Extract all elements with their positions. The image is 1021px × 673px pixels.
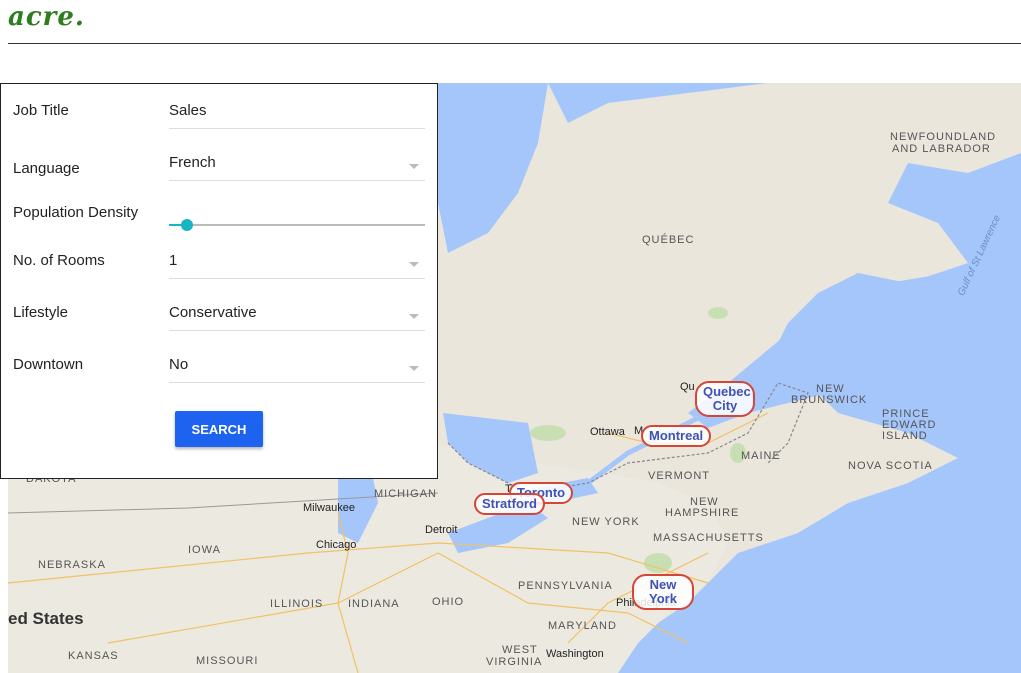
rooms-label: No. of Rooms [13,252,105,269]
region-label: NOVA SCOTIA [848,460,933,472]
lifestyle-select[interactable]: Conservative [169,298,425,331]
city-label: Washington [546,648,604,660]
forest-patch [644,553,672,573]
region-label: MASSACHUSETTS [653,532,764,544]
map-marker-quebec-city[interactable]: Quebec City [695,381,755,417]
city-label: Detroit [425,524,458,536]
forest-patch [530,425,566,441]
region-label: KANSAS [68,650,119,662]
slider-thumb[interactable] [181,219,193,231]
region-label: VIRGINIA [486,656,543,668]
job-title-value: Sales [169,102,207,119]
search-button[interactable]: SEARCH [175,411,263,447]
downtown-select[interactable]: No [169,350,425,383]
chevron-down-icon [409,164,419,169]
language-select[interactable]: French [169,148,425,181]
forest-patch [708,307,728,319]
region-label: IOWA [188,544,221,556]
region-label: MARYLAND [548,620,617,632]
region-label: NEW YORK [572,516,640,528]
region-label: MISSOURI [196,655,259,667]
rooms-select[interactable]: 1 [169,246,425,279]
chevron-down-icon [409,262,419,267]
region-label: INDIANA [348,598,400,610]
slider-track [169,224,425,226]
region-label: OHIO [432,596,465,608]
language-value: French [169,154,216,171]
chevron-down-icon [409,314,419,319]
city-label: Milwaukee [303,502,355,514]
region-label: BRUNSWICK [791,394,868,406]
population-density-label: Population Density [13,204,139,221]
region-label: MICHIGAN [374,488,437,500]
region-label: VERMONT [648,470,710,482]
chevron-down-icon [409,366,419,371]
city-label: Ottawa [590,426,625,438]
city-label: Qu [680,381,695,393]
country-label: ed States [8,609,84,628]
map-marker-montreal[interactable]: Montreal [641,425,712,447]
region-label: NEWFOUNDLAND [890,131,997,143]
region-label: ILLINOIS [270,598,324,610]
downtown-label: Downtown [13,356,84,373]
app-logo[interactable]: acre. [8,2,85,32]
lifestyle-value: Conservative [169,304,257,321]
population-density-slider[interactable] [169,215,425,235]
region-label: QUÉBEC [642,234,695,246]
region-label: PENNSYLVANIA [518,580,613,592]
header: acre. [0,0,1021,44]
region-label: AND LABRADOR [892,143,991,155]
job-title-label: Job Title [13,102,69,119]
city-label: Chicago [316,539,357,551]
region-label: ISLAND [882,430,928,442]
language-label: Language [13,160,80,177]
search-filter-panel: Job Title Sales Language French Populati… [0,83,438,479]
region-label: MAINE [741,450,781,462]
region-label: WEST [502,644,538,656]
map-marker-stratford[interactable]: Stratford [474,493,545,515]
job-title-input[interactable]: Sales [169,96,425,129]
region-label: NEBRASKA [38,559,106,571]
map-marker-new-york[interactable]: New York [632,574,694,610]
downtown-value: No [169,356,189,373]
lifestyle-label: Lifestyle [13,304,69,321]
rooms-value: 1 [169,252,178,269]
header-divider [8,43,1021,44]
region-label: HAMPSHIRE [665,507,740,519]
